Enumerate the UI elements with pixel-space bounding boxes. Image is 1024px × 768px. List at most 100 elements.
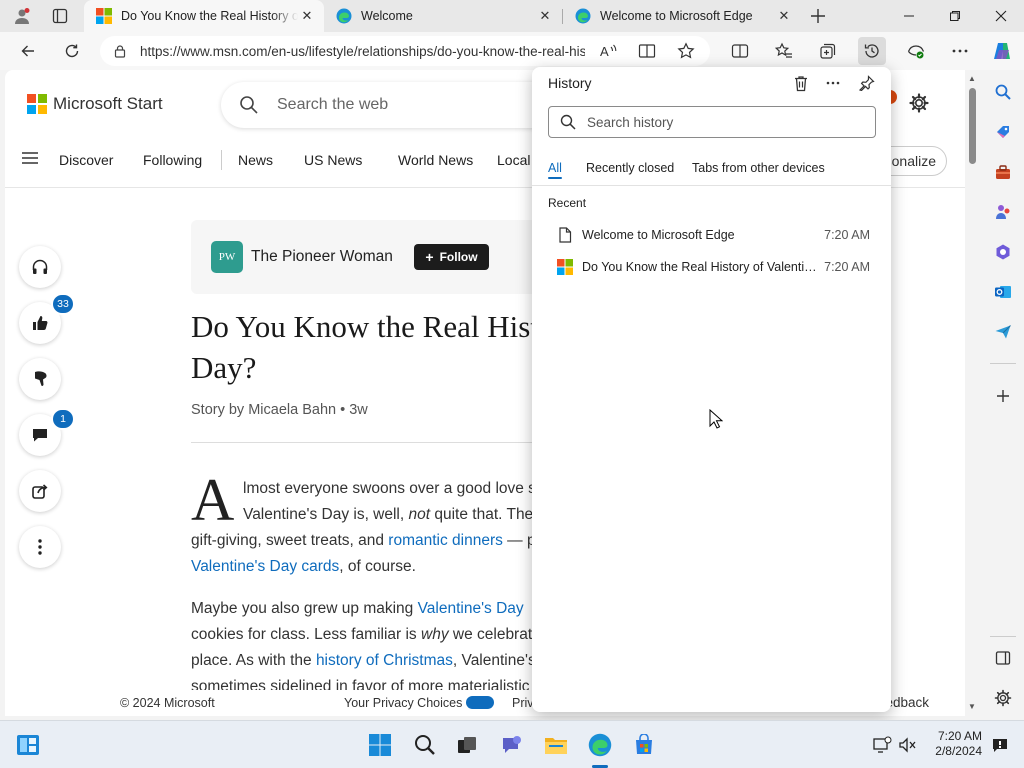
sidebar-hide-icon[interactable] [989,644,1017,672]
menu-hamburger-icon[interactable] [21,151,39,170]
edge-taskbar-icon[interactable] [586,731,614,759]
history-tab-recently-closed[interactable]: Recently closed [586,161,674,175]
volume-muted-icon[interactable] [894,731,922,759]
minimize-icon[interactable] [886,0,932,32]
privacy-choices-link[interactable]: Your Privacy Choices [344,696,495,710]
msn-favicon [548,259,582,275]
publisher-logo[interactable]: PW [211,241,243,273]
sidebar-copilot-apps-icon[interactable] [989,238,1017,266]
sidebar-outlook-icon[interactable] [989,278,1017,306]
delete-history-icon[interactable] [790,72,812,94]
sidebar-drop-icon[interactable] [989,318,1017,346]
tab-welcome[interactable]: Welcome ✕ [324,0,562,32]
link-valentines-cards[interactable]: Valentine's Day cards [191,558,339,575]
new-tab-icon[interactable] [804,4,832,28]
page-icon [548,227,582,243]
copyright-text: © 2024 Microsoft [120,696,215,710]
history-item[interactable]: Welcome to Microsoft Edge 7:20 AM [548,220,876,250]
nav-world-news[interactable]: World News [398,152,473,168]
notifications-icon[interactable] [986,731,1014,759]
favorites-icon[interactable] [770,37,798,65]
nav-news[interactable]: News [238,152,273,168]
nav-discover[interactable]: Discover [59,152,113,168]
tab-valentines[interactable]: Do You Know the Real History of Valentin… [84,0,324,32]
sidebar-games-icon[interactable] [989,198,1017,226]
tab-welcome-edge[interactable]: Welcome to Microsoft Edge ✕ [563,0,801,32]
nav-following[interactable]: Following [143,152,202,168]
history-icon[interactable] [858,37,886,65]
history-tab-other-devices[interactable]: Tabs from other devices [692,161,825,175]
restore-icon[interactable] [932,0,978,32]
history-search-input[interactable] [587,114,857,130]
favorite-star-icon[interactable] [672,37,700,65]
read-aloud-icon[interactable]: A [595,37,623,65]
sidebar-divider [990,636,1016,637]
window-close-icon[interactable] [978,0,1024,32]
link-valentines-day[interactable]: Valentine's Day [418,600,524,617]
link-history-of-christmas[interactable]: history of Christmas [316,652,453,669]
article-byline: Story by Micaela Bahn • 3w [191,402,368,418]
sidebar-settings-icon[interactable] [989,684,1017,712]
start-icon[interactable] [366,731,394,759]
history-panel: History All Recently closed Tabs from ot… [532,67,891,712]
close-icon[interactable]: ✕ [536,7,554,25]
history-more-icon[interactable] [822,72,844,94]
store-icon[interactable] [630,731,658,759]
browser-essentials-icon[interactable] [902,37,930,65]
msn-favicon [96,8,112,24]
history-item[interactable]: Do You Know the Real History of Valentin… [548,252,876,282]
immersive-reader-icon[interactable] [633,37,661,65]
scroll-up-icon[interactable]: ▲ [968,74,976,83]
tab-title: Welcome [361,9,413,23]
share-button[interactable] [19,470,61,512]
paragraph-line: Maybe you also grew up making Valentine'… [191,600,524,617]
task-view-icon[interactable] [453,731,481,759]
lock-icon[interactable] [100,44,140,58]
windows-taskbar: 7:20 AM 2/8/2024 [0,720,1024,768]
nav-us-news[interactable]: US News [304,152,362,168]
close-icon[interactable]: ✕ [298,7,316,25]
listen-button[interactable] [19,246,61,288]
sidebar-shopping-icon[interactable] [989,118,1017,146]
history-tab-all[interactable]: All [548,161,562,175]
paragraph-line: gift-giving, sweet treats, and romantic … [191,532,556,549]
more-menu-icon[interactable] [946,37,974,65]
more-options-button[interactable] [19,526,61,568]
microsoft-start-logo[interactable]: Microsoft Start [27,94,163,114]
network-icon[interactable] [868,731,896,759]
edge-sidebar [982,70,1024,716]
refresh-button[interactable] [58,37,86,65]
sidebar-search-icon[interactable] [989,78,1017,106]
nav-local[interactable]: Local [497,152,530,168]
edge-favicon [575,8,591,24]
profile-icon[interactable] [8,4,36,28]
history-item-title: Welcome to Microsoft Edge [582,228,735,242]
close-icon[interactable]: ✕ [775,7,793,25]
feedback-button[interactable]: Feedback [885,695,929,710]
page-scrollbar[interactable]: ▲ ▼ [965,70,981,716]
sidebar-add-icon[interactable] [989,382,1017,410]
scroll-thumb[interactable] [969,88,976,164]
system-clock[interactable]: 7:20 AM 2/8/2024 [926,729,982,759]
url-text: https://www.msn.com/en-us/lifestyle/rela… [140,43,585,59]
collections-icon[interactable] [814,37,842,65]
history-search-field[interactable] [548,106,876,138]
search-icon[interactable] [411,731,439,759]
split-screen-icon[interactable] [726,37,754,65]
link-romantic-dinners[interactable]: romantic dinners [388,532,503,549]
drop-cap: A [191,467,235,533]
publisher-name[interactable]: The Pioneer Woman [251,248,393,266]
sidebar-tools-icon[interactable] [989,158,1017,186]
tab-title: Welcome to Microsoft Edge [600,9,753,23]
tab-actions-icon[interactable] [46,4,74,28]
settings-gear-icon[interactable] [908,92,930,119]
dislike-button[interactable] [19,358,61,400]
file-explorer-icon[interactable] [542,731,570,759]
follow-button[interactable]: + Follow [414,244,489,270]
scroll-down-icon[interactable]: ▼ [968,702,976,711]
copilot-icon[interactable] [988,37,1016,65]
widgets-icon[interactable] [14,731,42,759]
teams-chat-icon[interactable] [498,731,526,759]
pin-icon[interactable] [856,72,878,94]
back-button[interactable] [14,37,42,65]
